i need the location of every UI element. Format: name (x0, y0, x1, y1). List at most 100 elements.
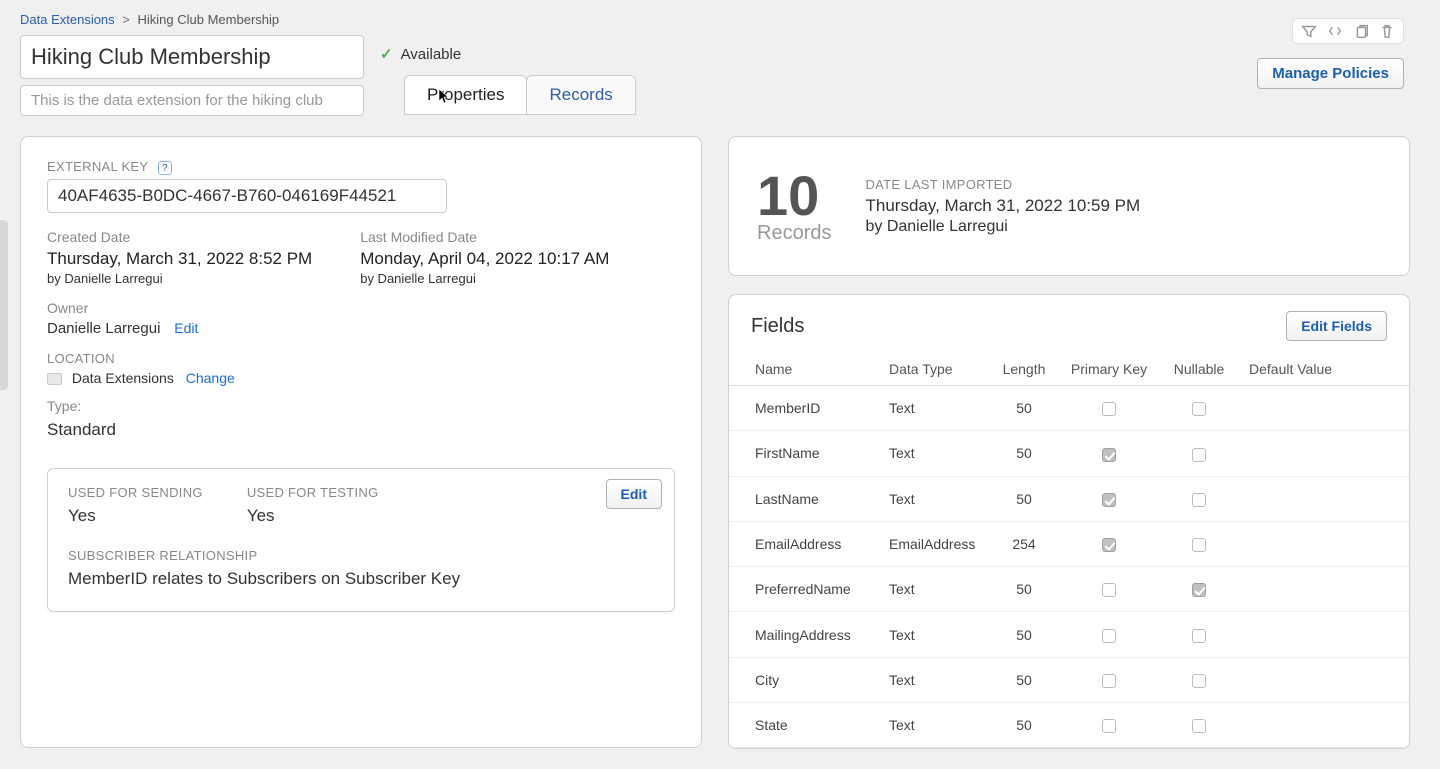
field-name: PreferredName (729, 567, 879, 612)
field-pk (1059, 386, 1159, 431)
field-type: Text (879, 657, 989, 702)
field-name: MemberID (729, 386, 879, 431)
record-count: 10 (757, 168, 831, 224)
field-default (1239, 521, 1409, 566)
usage-card: Edit USED FOR SENDING Yes USED FOR TESTI… (47, 468, 675, 612)
table-row[interactable]: PreferredNameText50 (729, 567, 1409, 612)
field-length: 50 (989, 657, 1059, 702)
title-input[interactable]: Hiking Club Membership (20, 35, 364, 79)
field-type: Text (879, 612, 989, 657)
modified-value: Monday, April 04, 2022 10:17 AM (360, 249, 609, 269)
owner-edit-link[interactable]: Edit (174, 320, 198, 336)
field-pk (1059, 431, 1159, 476)
field-nullable (1159, 521, 1239, 566)
field-pk (1059, 476, 1159, 521)
field-name: LastName (729, 476, 879, 521)
status-available: ✓ Available (380, 45, 461, 63)
description-input[interactable]: This is the data extension for the hikin… (20, 85, 364, 116)
col-default: Default Value (1239, 353, 1409, 386)
field-pk (1059, 657, 1159, 702)
field-name: EmailAddress (729, 521, 879, 566)
breadcrumb-current: Hiking Club Membership (138, 12, 280, 27)
check-icon: ✓ (380, 45, 393, 63)
field-pk (1059, 703, 1159, 748)
subrel-label: SUBSCRIBER RELATIONSHIP (68, 548, 654, 563)
field-length: 50 (989, 703, 1059, 748)
field-pk (1059, 612, 1159, 657)
field-type: EmailAddress (879, 521, 989, 566)
field-nullable (1159, 703, 1239, 748)
field-type: Text (879, 476, 989, 521)
col-nullable: Nullable (1159, 353, 1239, 386)
sending-label: USED FOR SENDING (68, 485, 203, 500)
usage-edit-button[interactable]: Edit (606, 479, 662, 509)
table-row[interactable]: MailingAddressText50 (729, 612, 1409, 657)
summary-panel: 10 Records DATE LAST IMPORTED Thursday, … (728, 136, 1410, 276)
field-default (1239, 703, 1409, 748)
field-name: FirstName (729, 431, 879, 476)
help-icon[interactable]: ? (158, 161, 172, 175)
testing-value: Yes (247, 506, 379, 526)
field-name: City (729, 657, 879, 702)
modified-label: Last Modified Date (360, 229, 609, 245)
field-name: State (729, 703, 879, 748)
external-key-input[interactable]: 40AF4635-B0DC-4667-B760-046169F44521 (47, 179, 447, 213)
cursor-icon (438, 88, 450, 104)
table-row[interactable]: FirstNameText50 (729, 431, 1409, 476)
folder-icon (47, 373, 62, 385)
properties-panel: EXTERNAL KEY ? 40AF4635-B0DC-4667-B760-0… (20, 136, 702, 748)
record-count-label: Records (757, 222, 831, 245)
tab-records[interactable]: Records (526, 75, 635, 115)
fields-panel: Fields Edit Fields Name Data Type Length… (728, 294, 1410, 749)
owner-value: Danielle Larregui (47, 320, 160, 337)
external-key-label: EXTERNAL KEY ? (47, 159, 675, 175)
edit-fields-button[interactable]: Edit Fields (1286, 311, 1387, 341)
table-row[interactable]: EmailAddressEmailAddress254 (729, 521, 1409, 566)
breadcrumb-sep: > (122, 12, 130, 27)
import-label: DATE LAST IMPORTED (865, 177, 1140, 192)
field-default (1239, 431, 1409, 476)
field-pk (1059, 567, 1159, 612)
field-type: Text (879, 431, 989, 476)
field-type: Text (879, 567, 989, 612)
field-nullable (1159, 657, 1239, 702)
field-length: 50 (989, 612, 1059, 657)
created-value: Thursday, March 31, 2022 8:52 PM (47, 249, 312, 269)
col-type: Data Type (879, 353, 989, 386)
fields-title: Fields (751, 315, 804, 338)
field-length: 50 (989, 567, 1059, 612)
field-type: Text (879, 703, 989, 748)
tab-properties[interactable]: Properties (404, 75, 527, 115)
owner-label: Owner (47, 300, 675, 316)
breadcrumb: Data Extensions > Hiking Club Membership (20, 12, 1420, 27)
field-nullable (1159, 476, 1239, 521)
import-value: Thursday, March 31, 2022 10:59 PM (865, 196, 1140, 216)
col-length: Length (989, 353, 1059, 386)
type-value: Standard (47, 420, 675, 440)
sending-value: Yes (68, 506, 203, 526)
import-by: by Danielle Larregui (865, 218, 1140, 236)
field-type: Text (879, 386, 989, 431)
field-default (1239, 386, 1409, 431)
field-length: 254 (989, 521, 1059, 566)
manage-policies-button[interactable]: Manage Policies (1257, 58, 1404, 89)
testing-label: USED FOR TESTING (247, 485, 379, 500)
field-length: 50 (989, 431, 1059, 476)
status-text: Available (401, 46, 462, 63)
field-default (1239, 657, 1409, 702)
table-row[interactable]: MemberIDText50 (729, 386, 1409, 431)
field-nullable (1159, 612, 1239, 657)
table-row[interactable]: LastNameText50 (729, 476, 1409, 521)
breadcrumb-root[interactable]: Data Extensions (20, 12, 115, 27)
collapsed-side-rail[interactable] (0, 220, 8, 390)
field-length: 50 (989, 476, 1059, 521)
location-change-link[interactable]: Change (186, 370, 235, 386)
created-label: Created Date (47, 229, 312, 245)
type-label: Type: (47, 398, 675, 414)
table-row[interactable]: StateText50 (729, 703, 1409, 748)
field-length: 50 (989, 386, 1059, 431)
table-row[interactable]: CityText50 (729, 657, 1409, 702)
field-nullable (1159, 567, 1239, 612)
subrel-value: MemberID relates to Subscribers on Subsc… (68, 569, 654, 589)
created-by: by Danielle Larregui (47, 271, 312, 286)
